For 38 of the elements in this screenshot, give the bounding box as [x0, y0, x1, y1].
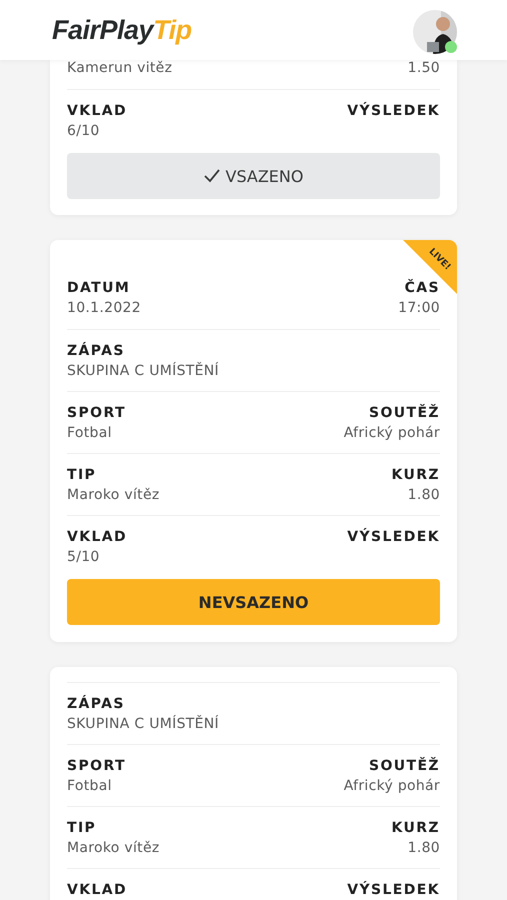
check-icon	[204, 169, 220, 183]
field-label: ČAS	[404, 280, 440, 297]
field-value: Maroko vítěz	[67, 487, 160, 504]
field-label: KURZ	[391, 820, 440, 837]
not-placed-button[interactable]: NEVSAZENO	[67, 579, 440, 625]
field-value: Fotbal	[67, 425, 112, 442]
placed-button[interactable]: VSAZENO	[67, 153, 440, 199]
field-value: 6/10	[67, 123, 100, 140]
field-value: 10.1.2022	[67, 300, 141, 317]
field-value: Africký pohár	[344, 778, 440, 795]
field-value: 17:00	[398, 300, 440, 317]
field-value: 5/10	[67, 549, 100, 566]
field-label: DATUM	[67, 280, 130, 297]
field-value: SKUPINA C UMÍSTĚNÍ	[67, 716, 219, 733]
field-value: Africký pohár	[344, 425, 440, 442]
logo[interactable]: FairPlayTip	[52, 14, 192, 46]
field-label: ZÁPAS	[67, 696, 125, 713]
field-label: VÝSLEDEK	[347, 882, 440, 899]
field-label: ZÁPAS	[67, 343, 125, 360]
field-label: VÝSLEDEK	[347, 103, 440, 120]
field-label: SPORT	[67, 405, 126, 422]
field-value: 1.80	[408, 840, 440, 857]
field-label: VKLAD	[67, 529, 128, 546]
field-value: 1.50	[408, 60, 440, 77]
field-label: VKLAD	[67, 882, 128, 899]
field-label: SOUTĚŽ	[368, 758, 440, 775]
field-label: VÝSLEDEK	[347, 529, 440, 546]
field-label: TIP	[67, 467, 96, 484]
field-label: VKLAD	[67, 103, 128, 120]
field-value: SKUPINA C UMÍSTĚNÍ	[67, 363, 219, 380]
field-value: Maroko vítěz	[67, 840, 160, 857]
field-label: TIP	[67, 820, 96, 837]
field-value: 1.80	[408, 487, 440, 504]
field-label: SPORT	[67, 758, 126, 775]
field-value: Fotbal	[67, 778, 112, 795]
field-label: SOUTĚŽ	[368, 405, 440, 422]
field-label: KURZ	[391, 467, 440, 484]
field-value: Kamerun vitěz	[67, 60, 172, 77]
